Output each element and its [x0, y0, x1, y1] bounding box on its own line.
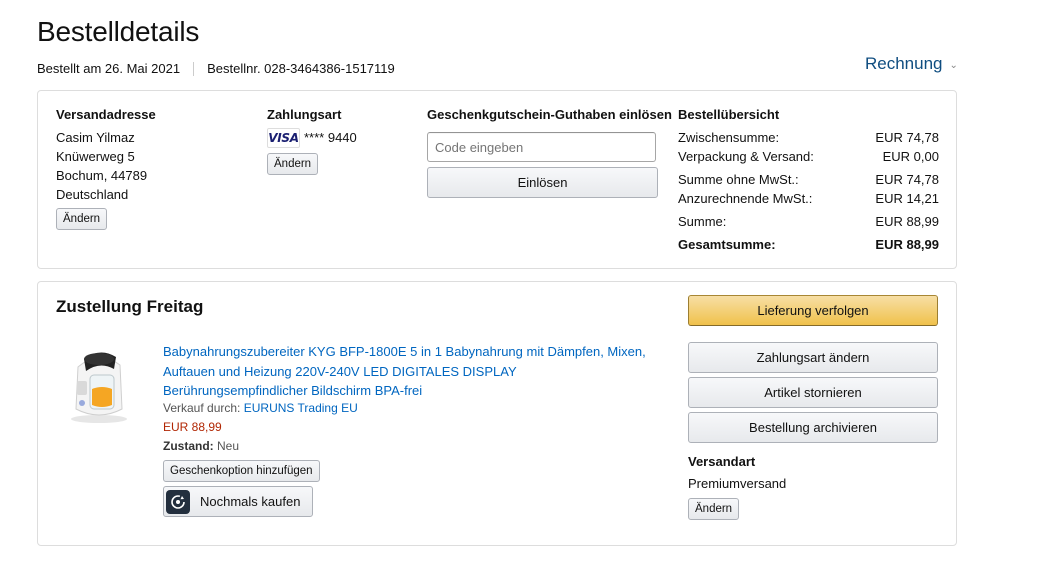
shipping-address-heading: Versandadresse: [56, 107, 156, 122]
card-number: **** 9440: [304, 130, 357, 145]
chevron-down-icon: ⌄: [949, 59, 958, 71]
summary-value: EUR 74,78: [875, 130, 939, 145]
divider: [193, 61, 195, 76]
summary-row: Anzurechnende MwSt.: EUR 14,21: [678, 191, 939, 206]
summary-row: Summe: EUR 88,99: [678, 214, 939, 229]
cancel-items-button[interactable]: Artikel stornieren: [688, 377, 938, 408]
redeem-button[interactable]: Einlösen: [427, 167, 658, 198]
invoice-label: Rechnung: [865, 54, 943, 73]
address-line: Deutschland: [56, 187, 129, 202]
summary-value: EUR 14,21: [875, 191, 939, 206]
payment-heading: Zahlungsart: [267, 107, 342, 122]
summary-row: Zwischensumme: EUR 74,78: [678, 130, 939, 145]
summary-value: EUR 0,00: [882, 149, 939, 164]
summary-value: EUR 88,99: [875, 214, 939, 229]
shipping-method-value: Premiumversand: [688, 476, 787, 491]
seller-link[interactable]: EURUNS Trading EU: [244, 401, 358, 415]
order-overview-heading: Bestellübersicht: [678, 107, 780, 122]
summary-label: Gesamtsumme:: [678, 237, 776, 252]
product-price: EUR 88,99: [163, 420, 222, 434]
sold-by-label: Verkauf durch:: [163, 401, 241, 415]
change-address-button[interactable]: Ändern: [56, 208, 108, 230]
change-payment-method-button[interactable]: Zahlungsart ändern: [688, 342, 938, 373]
address-line: Bochum, 44789: [56, 168, 148, 183]
change-payment-button[interactable]: Ändern: [267, 153, 319, 175]
buy-again-label: Nochmals kaufen: [200, 494, 301, 509]
summary-label: Summe ohne MwSt.:: [678, 172, 799, 187]
summary-value: EUR 74,78: [875, 172, 939, 187]
condition-line: Zustand: Neu: [163, 439, 239, 453]
archive-order-button[interactable]: Bestellung archivieren: [688, 412, 938, 443]
seller-line: Verkauf durch: EURUNS Trading EU: [163, 401, 358, 415]
page-title: Bestelldetails: [37, 16, 200, 47]
summary-row: Summe ohne MwSt.: EUR 74,78: [678, 172, 939, 187]
gift-code-input[interactable]: [427, 132, 656, 162]
add-gift-option-button[interactable]: Geschenkoption hinzufügen: [163, 460, 320, 482]
order-date: Bestellt am 26. Mai 2021: [37, 61, 181, 76]
summary-value: EUR 88,99: [875, 237, 939, 252]
condition-label: Zustand:: [163, 439, 214, 453]
product-image[interactable]: [64, 345, 134, 425]
order-summary-panel: Versandadresse Casim Yilmaz Knüwerweg 5 …: [37, 90, 957, 269]
summary-label: Zwischensumme:: [678, 130, 780, 145]
invoice-dropdown[interactable]: Rechnung ⌄: [865, 54, 958, 74]
visa-card-icon: VISA: [267, 128, 300, 148]
track-delivery-button[interactable]: Lieferung verfolgen: [688, 295, 938, 326]
summary-row: Verpackung & Versand: EUR 0,00: [678, 149, 939, 164]
buy-again-button[interactable]: Nochmals kaufen: [163, 486, 313, 517]
delivery-title: Zustellung Freitag: [56, 297, 204, 316]
gift-card-heading: Geschenkgutschein-Guthaben einlösen: [427, 107, 672, 122]
change-shipping-method-button[interactable]: Ändern: [688, 498, 740, 520]
product-title-link[interactable]: Babynahrungszubereiter KYG BFP-1800E 5 i…: [163, 342, 663, 401]
summary-label: Anzurechnende MwSt.:: [678, 191, 813, 206]
address-line: Knüwerweg 5: [56, 149, 135, 164]
buy-again-icon: [166, 489, 190, 514]
summary-label: Summe:: [678, 214, 727, 229]
summary-label: Verpackung & Versand:: [678, 149, 814, 164]
delivery-panel: Zustellung Freitag Babynahrungszubereite…: [37, 281, 957, 546]
order-meta: Bestellt am 26. Mai 2021 Bestellnr. 028-…: [37, 61, 395, 76]
grand-total-row: Gesamtsumme: EUR 88,99: [678, 237, 939, 252]
condition-value: Neu: [217, 439, 240, 453]
address-line: Casim Yilmaz: [56, 130, 135, 145]
order-number: Bestellnr. 028-3464386-1517119: [207, 61, 395, 76]
shipping-method-heading: Versandart: [688, 454, 756, 469]
